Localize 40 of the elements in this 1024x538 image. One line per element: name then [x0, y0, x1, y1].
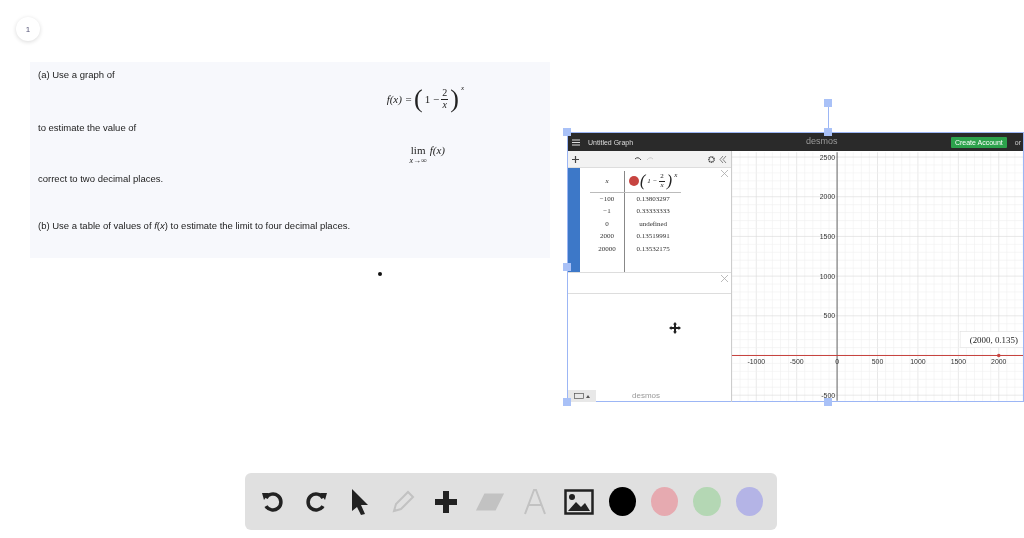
resize-handle[interactable] [824, 398, 832, 406]
resize-handle[interactable] [824, 128, 832, 136]
color-swatch[interactable] [608, 487, 636, 516]
resize-handle[interactable] [563, 263, 571, 271]
collapse-icon[interactable] [719, 155, 727, 163]
menu-icon[interactable] [572, 138, 580, 146]
redo-icon[interactable] [645, 156, 654, 162]
question-text: (b) Use a table of values of f(x) to estimate the limit to four decimal places. [38, 220, 351, 231]
image-icon [563, 488, 594, 515]
cursor-arrow-icon [349, 487, 370, 516]
page-number[interactable]: 1 [16, 17, 40, 41]
color-swatch[interactable] [693, 487, 721, 516]
question-text: (a) Use a graph of [38, 69, 115, 80]
keyboard-toggle-button[interactable] [568, 390, 596, 402]
color-swatch[interactable] [735, 487, 763, 516]
text-a-icon [522, 488, 547, 515]
close-icon[interactable] [721, 275, 728, 282]
caret-icon [586, 394, 590, 398]
keyboard-icon [574, 393, 584, 399]
point-label: (2000, 0.135) [969, 334, 1018, 345]
move-cursor-icon [669, 322, 681, 334]
pencil-icon [390, 488, 416, 515]
question-text: to estimate the value of [38, 122, 137, 133]
resize-handle[interactable] [824, 99, 832, 107]
limit-formula: lim x→∞ f(x) [409, 143, 445, 165]
expression-marker[interactable] [568, 168, 580, 272]
resize-handle[interactable] [563, 398, 571, 406]
tool-button[interactable] [563, 486, 594, 517]
question-text: correct to two decimal places. [38, 173, 164, 184]
logo-text: desmos [806, 136, 838, 146]
undo-icon[interactable] [633, 156, 642, 162]
dot-mark [378, 272, 382, 276]
logo-text: desmos [632, 391, 660, 400]
color-swatch[interactable] [651, 487, 679, 516]
close-icon[interactable] [721, 170, 728, 177]
resize-handle[interactable] [563, 128, 571, 136]
settings-icon[interactable] [708, 155, 715, 163]
point-marker[interactable] [996, 353, 1001, 358]
plus-icon [435, 490, 458, 513]
plus-icon[interactable] [572, 155, 579, 163]
